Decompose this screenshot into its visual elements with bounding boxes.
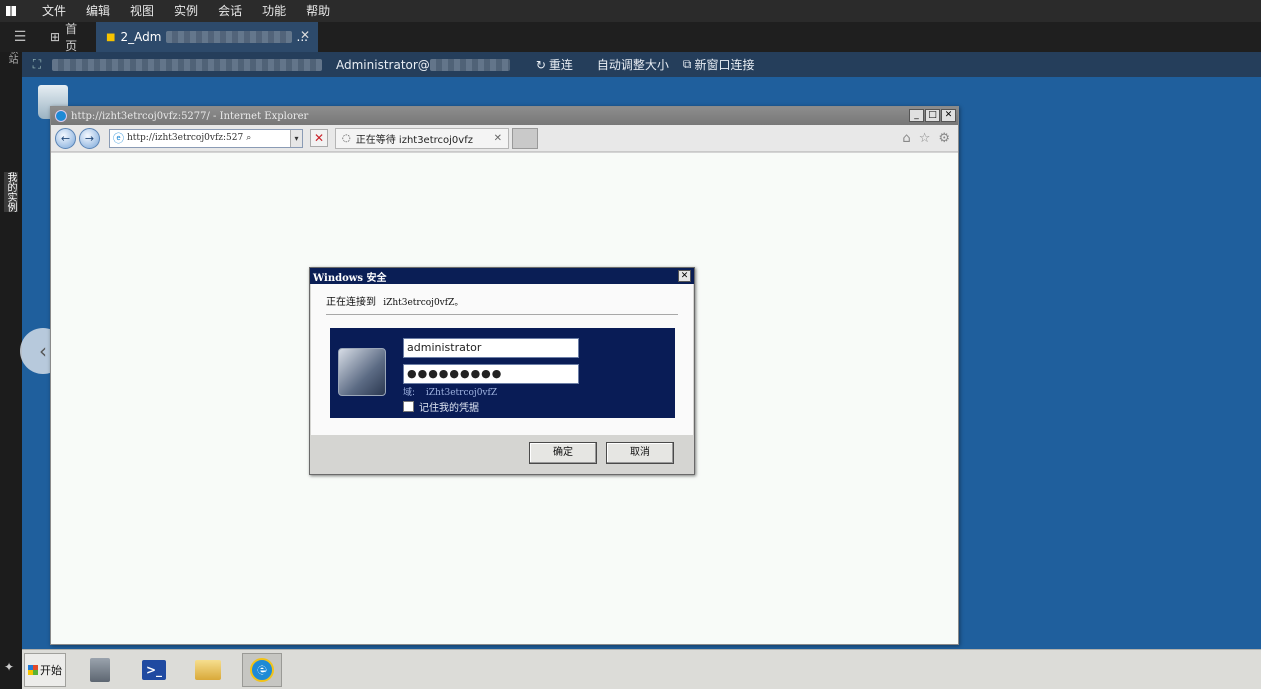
reconnect-label: 重连 xyxy=(548,58,573,72)
windows-flag-icon xyxy=(28,664,38,675)
dialog-close-button[interactable]: ✕ xyxy=(678,270,691,282)
new-window-label: 新窗口连接 xyxy=(694,58,755,72)
menu-file[interactable]: 文件 xyxy=(32,0,76,22)
dropdown-icon[interactable]: ▾ xyxy=(290,129,302,147)
domain-value: iZht3etrcoj0vfZ xyxy=(425,388,498,398)
external-link-icon: ⧉ xyxy=(682,57,692,71)
taskbar-server-manager[interactable] xyxy=(80,653,120,687)
dialog-message: 正在连接到 iZht3etrcoj0vfZ。 xyxy=(326,293,463,308)
favorites-icon[interactable]: ☆ xyxy=(919,131,931,146)
loading-icon: ◌ xyxy=(342,132,351,144)
minimize-button[interactable]: _ xyxy=(909,109,924,122)
address-text: http://izht3etrcoj0vfz:527 xyxy=(127,133,244,143)
ok-button[interactable]: 确定 xyxy=(529,442,597,464)
grid-icon: ⊞ xyxy=(50,30,61,44)
taskbar: 开始 >_ e xyxy=(22,649,1261,689)
close-icon[interactable]: ✕ xyxy=(300,28,310,42)
back-button[interactable]: ← xyxy=(55,127,76,149)
autoresize-button[interactable]: 自动调整大小 xyxy=(597,56,669,73)
taskbar-ie[interactable]: e xyxy=(242,652,282,687)
folder-icon xyxy=(195,659,221,680)
ie-right-toolbar: ⌂ ☆ ⚙ xyxy=(902,131,950,146)
connection-user: Administrator@ xyxy=(336,57,430,72)
forward-button[interactable]: → xyxy=(79,127,100,149)
window-controls: _ □ ✕ xyxy=(909,109,956,122)
cancel-button[interactable]: 取消 xyxy=(606,442,674,464)
home-icon[interactable]: ⌂ xyxy=(902,131,910,146)
dialog-body: 正在连接到 iZht3etrcoj0vfZ。 administrator ●●●… xyxy=(311,284,693,435)
browser-tab-label: 正在等待 izht3etrcoj0vfz xyxy=(355,134,473,146)
stop-button[interactable]: ✕ xyxy=(310,129,328,147)
domain-label: 域: xyxy=(403,388,416,398)
start-label: 开始 xyxy=(40,663,62,677)
redacted-host xyxy=(52,58,322,71)
internet-explorer-icon: e xyxy=(250,657,274,682)
new-tab-button[interactable] xyxy=(512,127,538,149)
browser-tab[interactable]: ◌ 正在等待 izht3etrcoj0vfz ✕ xyxy=(335,127,509,149)
tab-home-label: 首页 xyxy=(65,22,78,53)
tab-bar: ☰ ⊞ 首页 ■ 2_Adm ... ✕ xyxy=(0,22,1261,53)
powershell-icon: >_ xyxy=(142,659,166,680)
windows-logo-icon[interactable] xyxy=(0,0,22,22)
address-bar[interactable]: ⓔ http://izht3etrcoj0vfz:527 ⌕ ▾ xyxy=(109,128,303,148)
password-input[interactable]: ●●●●●●●●● xyxy=(403,364,579,384)
server-manager-icon xyxy=(90,657,110,682)
start-button[interactable]: 开始 xyxy=(24,652,66,687)
divider xyxy=(326,314,678,315)
user-tile-icon xyxy=(338,348,386,396)
rail-item-my-instances[interactable]: 我的实例 xyxy=(4,172,18,212)
connecting-host: iZht3etrcoj0vfZ。 xyxy=(383,298,464,308)
tab-session[interactable]: ■ 2_Adm ... ✕ xyxy=(96,22,318,52)
menu-session[interactable]: 会话 xyxy=(208,0,252,22)
ie-toolbar: ← → ⓔ http://izht3etrcoj0vfz:527 ⌕ ▾ ✕ ◌… xyxy=(51,125,958,152)
left-rail: 回收站 我的实例 xyxy=(0,22,22,689)
ie-page-icon: ⓔ xyxy=(113,132,124,145)
tab-home[interactable]: ⊞ 首页 xyxy=(40,22,96,53)
ie-titlebar: http://izht3etrcoj0vfz:5277/ - Internet … xyxy=(51,107,958,125)
menu-function[interactable]: 功能 xyxy=(252,0,296,22)
windows-security-dialog: Windows 安全 ✕ 正在连接到 iZht3etrcoj0vfZ。 admi… xyxy=(309,267,695,475)
redacted-ip xyxy=(429,58,510,71)
connecting-text: 正在连接到 xyxy=(326,297,376,308)
menu-instance[interactable]: 实例 xyxy=(164,0,208,22)
app-menubar: 文件 编辑 视图 实例 会话 功能 帮助 xyxy=(0,0,1261,22)
remember-checkbox[interactable] xyxy=(403,401,414,412)
settings-gear-icon[interactable]: ⚙ xyxy=(938,131,950,146)
tab-close-icon[interactable]: ✕ xyxy=(494,133,502,144)
list-menu-icon[interactable]: ☰ xyxy=(0,22,40,52)
redacted-text xyxy=(166,31,292,43)
username-input[interactable]: administrator xyxy=(403,338,579,358)
refresh-icon: ↻ xyxy=(535,57,546,72)
taskbar-explorer[interactable] xyxy=(188,653,228,687)
autoresize-label: 自动调整大小 xyxy=(596,58,669,72)
close-button[interactable]: ✕ xyxy=(941,109,956,122)
fullscreen-icon[interactable]: ⛶ xyxy=(22,57,52,72)
credential-panel: administrator ●●●●●●●●● 域: iZht3etrcoj0v… xyxy=(330,328,675,418)
pin-icon[interactable]: ✦ xyxy=(4,660,14,674)
tab-session-label: 2_Adm xyxy=(120,30,162,44)
domain-row: 域: iZht3etrcoj0vfZ xyxy=(403,385,497,398)
ie-title: http://izht3etrcoj0vfz:5277/ - Internet … xyxy=(71,110,309,122)
search-icon[interactable]: ⌕ xyxy=(246,133,251,143)
menu-help[interactable]: 帮助 xyxy=(296,0,340,22)
menu-edit[interactable]: 编辑 xyxy=(76,0,120,22)
new-window-button[interactable]: ⧉ 新窗口连接 xyxy=(683,56,755,73)
dialog-title: Windows 安全 xyxy=(310,268,694,284)
reconnect-button[interactable]: ↻ 重连 xyxy=(536,56,573,73)
remember-credentials-row: 记住我的凭据 xyxy=(403,399,479,414)
remember-label: 记住我的凭据 xyxy=(419,403,479,414)
menu-view[interactable]: 视图 xyxy=(120,0,164,22)
windows-icon: ■ xyxy=(106,31,116,43)
ie-icon xyxy=(55,110,67,122)
connection-toolbar: ⛶ Administrator@ ↻ 重连 自动调整大小 ⧉ 新窗口连接 xyxy=(22,52,1261,77)
maximize-button[interactable]: □ xyxy=(925,109,940,122)
taskbar-powershell[interactable]: >_ xyxy=(134,653,174,687)
